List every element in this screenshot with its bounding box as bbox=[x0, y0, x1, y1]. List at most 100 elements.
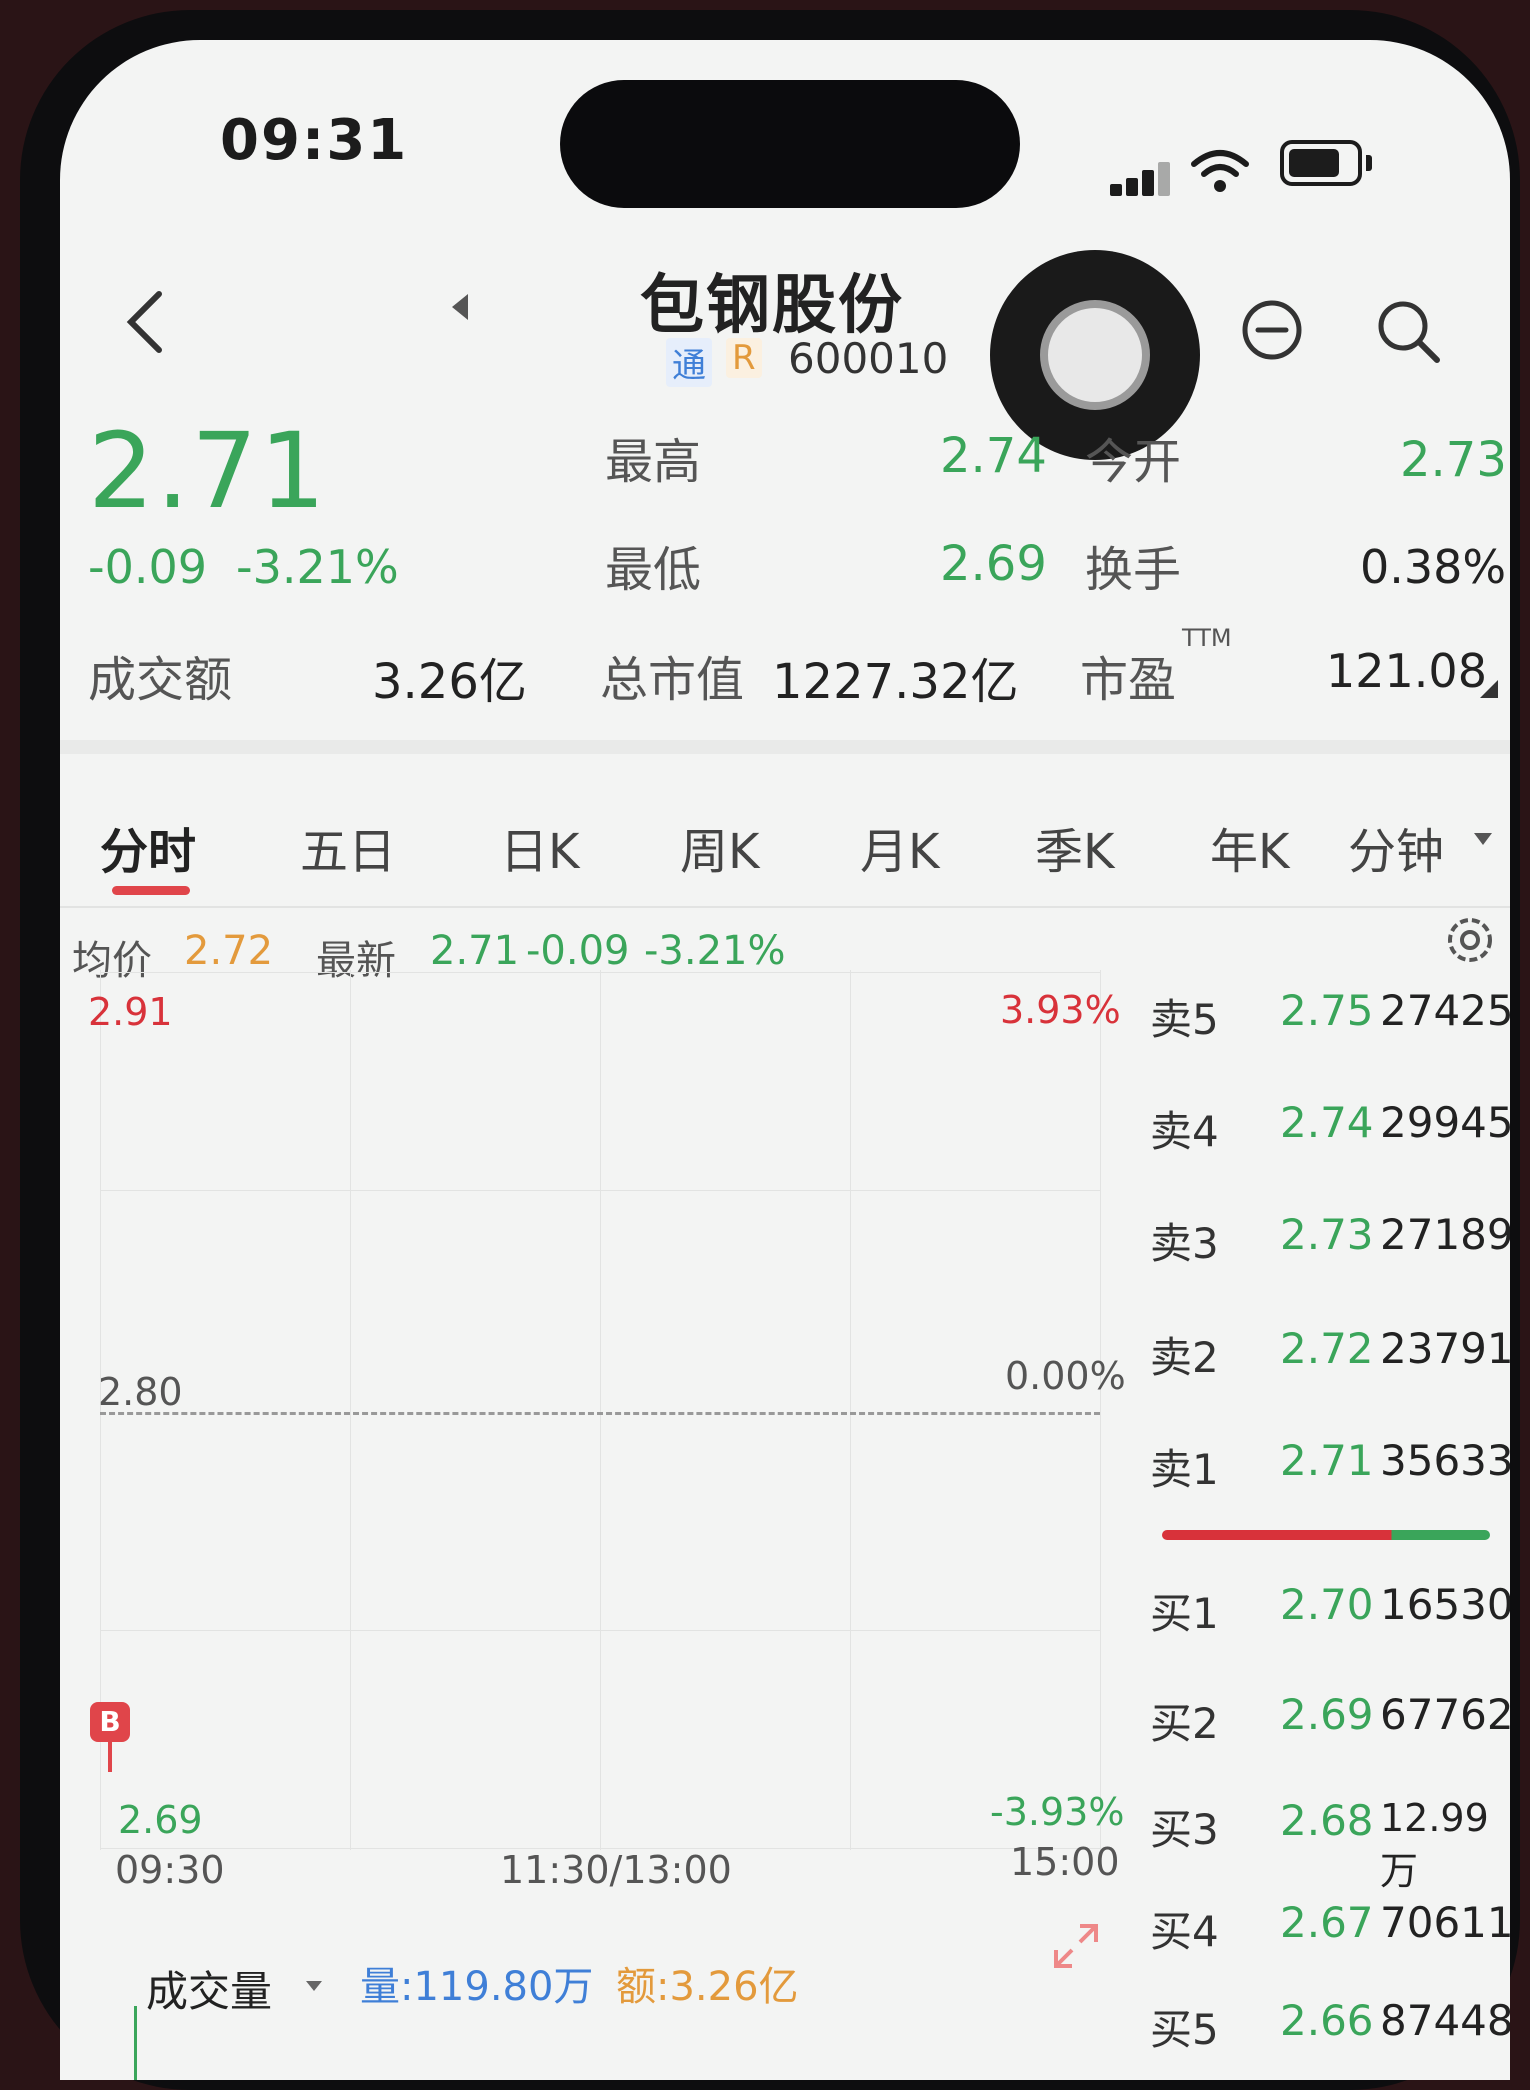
amount-label: 成交额 bbox=[88, 652, 233, 708]
grid-line bbox=[850, 970, 851, 1850]
grid-line bbox=[350, 970, 351, 1850]
bid-2-volume: 67762 bbox=[1380, 1690, 1510, 1739]
back-icon[interactable] bbox=[125, 290, 165, 358]
wifi-icon bbox=[1190, 148, 1250, 198]
amount-value: 3.26亿 bbox=[372, 654, 527, 710]
volume-label[interactable]: 成交量 bbox=[146, 1958, 272, 2019]
tab-daily-k[interactable]: 日K bbox=[500, 812, 579, 882]
tabs-divider bbox=[60, 906, 1510, 908]
ask-1-volume: 35633 bbox=[1380, 1436, 1510, 1485]
ask-4-label: 卖4 bbox=[1150, 1107, 1219, 1156]
ask-4-price: 2.74 bbox=[1280, 1098, 1374, 1147]
price-change-pct: -3.21% bbox=[236, 540, 399, 594]
buy-sell-ratio-bar bbox=[1162, 1530, 1490, 1540]
tab-minute[interactable]: 分钟 bbox=[1348, 812, 1444, 882]
ask-3-price: 2.73 bbox=[1280, 1210, 1374, 1259]
ask-5-volume: 27425 bbox=[1380, 986, 1510, 1035]
open-value: 2.73 bbox=[1400, 432, 1507, 488]
prev-close-line bbox=[100, 1412, 1100, 1415]
latest-pct: -3.21% bbox=[644, 928, 786, 974]
pe-corner-icon[interactable] bbox=[1480, 680, 1498, 702]
low-label: 最低 bbox=[605, 542, 702, 598]
ask-5-price: 2.75 bbox=[1280, 986, 1374, 1035]
volume-amount: 量:119.80万 bbox=[360, 1964, 594, 2010]
bid-5-volume: 87448 bbox=[1380, 1996, 1510, 2045]
battery-icon bbox=[1280, 140, 1372, 186]
latest-value: 2.71 bbox=[430, 928, 520, 974]
grid-line bbox=[1100, 970, 1101, 1850]
y-axis-bottom: 2.69 bbox=[118, 1798, 203, 1842]
badge-tong: 通 bbox=[666, 338, 712, 387]
active-tab-indicator bbox=[112, 886, 190, 895]
high-value: 2.74 bbox=[940, 428, 1047, 484]
turnover-value: 0.38% bbox=[1360, 540, 1507, 594]
pct-axis-mid: 0.00% bbox=[1005, 1354, 1126, 1398]
tab-yearly-k[interactable]: 年K bbox=[1210, 812, 1289, 882]
y-axis-top: 2.91 bbox=[88, 990, 173, 1034]
open-label: 今开 bbox=[1085, 434, 1182, 490]
minute-dropdown-icon[interactable] bbox=[1474, 830, 1492, 849]
bid-2-label: 买2 bbox=[1150, 1699, 1219, 1748]
expand-icon[interactable] bbox=[1050, 1920, 1102, 1976]
buy-marker[interactable]: B bbox=[90, 1702, 130, 1772]
bid-1-label: 买1 bbox=[1150, 1589, 1219, 1638]
price-change: -0.09 bbox=[88, 540, 208, 594]
pct-axis-top: 3.93% bbox=[1000, 988, 1121, 1032]
bid-3-label: 买3 bbox=[1150, 1805, 1219, 1854]
section-divider bbox=[60, 740, 1510, 754]
tab-quarterly-k[interactable]: 季K bbox=[1035, 812, 1114, 882]
turnover-label: 换手 bbox=[1085, 542, 1182, 598]
x-axis-end: 15:00 bbox=[1010, 1840, 1120, 1884]
pe-superscript: TTM bbox=[1182, 624, 1232, 652]
ask-1-label: 卖1 bbox=[1150, 1445, 1219, 1494]
ask-1-price: 2.71 bbox=[1280, 1436, 1374, 1485]
bid-3-price: 2.68 bbox=[1280, 1796, 1374, 1845]
avg-price-value: 2.72 bbox=[184, 928, 274, 974]
pe-value: 121.08 bbox=[1326, 644, 1487, 698]
signal-icon bbox=[1110, 160, 1170, 196]
avg-price-label: 均价 bbox=[72, 938, 152, 984]
ask-2-price: 2.72 bbox=[1280, 1324, 1374, 1373]
ask-3-volume: 27189 bbox=[1380, 1210, 1510, 1259]
stock-name: 包钢股份 bbox=[640, 269, 904, 343]
latest-label: 最新 bbox=[316, 938, 396, 984]
bid-4-volume: 70611 bbox=[1380, 1898, 1510, 1947]
bid-2-price: 2.69 bbox=[1280, 1690, 1374, 1739]
low-value: 2.69 bbox=[940, 536, 1047, 592]
grid-line bbox=[600, 970, 601, 1850]
bid-1-volume: 16530 bbox=[1380, 1580, 1510, 1629]
ask-2-label: 卖2 bbox=[1150, 1333, 1219, 1382]
buy-marker-label: B bbox=[90, 1702, 130, 1742]
x-axis-mid: 11:30/13:00 bbox=[500, 1848, 732, 1892]
tab-weekly-k[interactable]: 周K bbox=[680, 812, 759, 882]
stock-code: 600010 bbox=[788, 334, 949, 383]
latest-change: -0.09 bbox=[526, 928, 630, 974]
tab-intraday[interactable]: 分时 bbox=[100, 812, 196, 882]
minus-circle-icon[interactable] bbox=[1240, 298, 1304, 366]
volume-axis-line bbox=[134, 2006, 137, 2080]
bid-5-price: 2.66 bbox=[1280, 1996, 1374, 2045]
status-time: 09:31 bbox=[220, 108, 409, 173]
ask-5-label: 卖5 bbox=[1150, 995, 1219, 1044]
prev-stock-icon[interactable] bbox=[450, 292, 470, 326]
ask-2-volume: 23791 bbox=[1380, 1324, 1510, 1373]
market-cap-value: 1227.32亿 bbox=[772, 654, 1019, 710]
pe-label: 市盈 bbox=[1080, 652, 1177, 708]
app-screen: 09:31 包钢股份 通 R 600010 2.71 -0.09 -3.21% … bbox=[60, 40, 1510, 2080]
x-axis-start: 09:30 bbox=[115, 1848, 225, 1892]
tab-monthly-k[interactable]: 月K bbox=[860, 812, 939, 882]
bid-1-price: 2.70 bbox=[1280, 1580, 1374, 1629]
volume-dropdown-icon[interactable] bbox=[306, 1976, 322, 1995]
ask-3-label: 卖3 bbox=[1150, 1219, 1219, 1268]
search-icon[interactable] bbox=[1375, 298, 1443, 370]
bid-3-volume: 12.99万 bbox=[1380, 1796, 1489, 1893]
market-cap-label: 总市值 bbox=[600, 652, 745, 708]
phone-frame: 09:31 包钢股份 通 R 600010 2.71 -0.09 -3.21% … bbox=[20, 10, 1520, 2090]
high-label: 最高 bbox=[605, 434, 702, 490]
dynamic-island bbox=[560, 80, 1020, 208]
ask-4-volume: 29945 bbox=[1380, 1098, 1510, 1147]
y-axis-mid: 2.80 bbox=[98, 1370, 183, 1414]
bid-4-label: 买4 bbox=[1150, 1907, 1219, 1956]
settings-gear-icon[interactable] bbox=[1440, 910, 1500, 974]
tab-five-day[interactable]: 五日 bbox=[300, 812, 396, 882]
